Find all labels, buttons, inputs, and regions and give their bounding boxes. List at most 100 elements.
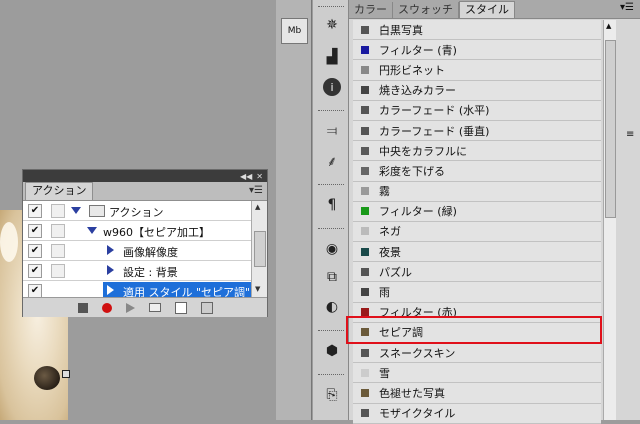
style-label: パズル <box>379 265 412 279</box>
style-item[interactable]: 円形ビネット <box>353 60 601 81</box>
tab-styles[interactable]: スタイル <box>459 1 515 18</box>
dialog-toggle[interactable] <box>51 204 65 218</box>
style-item[interactable]: 中央をカラフルに <box>353 141 601 162</box>
panel-menu-icon[interactable]: ▾☰ <box>620 2 634 13</box>
style-label: 夜景 <box>379 245 401 259</box>
style-item[interactable]: カラーフェード (水平) <box>353 100 601 121</box>
action-row[interactable]: ✔ 画像解像度 <box>23 241 251 261</box>
record-icon[interactable] <box>101 302 112 313</box>
actions-list: ✔ アクション ✔ w960【セピア加工】 ✔ 画像解像度 ✔ 設定 : 背景 … <box>23 201 251 301</box>
expand-right-icon[interactable] <box>107 285 114 295</box>
panel-titlebar[interactable]: ◀◀ ✕ <box>23 170 267 182</box>
play-icon[interactable] <box>125 302 135 313</box>
style-label: 霧 <box>379 185 390 199</box>
actions-scrollbar[interactable]: ▲ ▼ <box>251 201 267 297</box>
toggle-checkbox[interactable]: ✔ <box>28 244 42 258</box>
dialog-toggle[interactable] <box>51 264 65 278</box>
grip-icon[interactable] <box>318 110 344 113</box>
style-item[interactable]: フィルター (青) <box>353 40 601 61</box>
toggle-checkbox[interactable]: ✔ <box>28 204 42 218</box>
style-swatch <box>361 126 369 135</box>
style-item[interactable]: 焼き込みカラー <box>353 80 601 101</box>
3d-rotate-icon[interactable]: ◉ <box>323 240 341 258</box>
scroll-up-icon[interactable]: ▲ <box>255 203 260 211</box>
paragraph-icon[interactable]: ¶ <box>323 196 341 214</box>
style-item[interactable]: 霧 <box>353 181 601 202</box>
styles-tabbar: カラー スウォッチ スタイル ▾☰ <box>349 0 640 19</box>
toggle-checkbox[interactable]: ✔ <box>28 284 42 298</box>
canvas-dark-spot <box>34 366 60 390</box>
style-item[interactable]: ネガ <box>353 221 601 243</box>
style-label: スネークスキン <box>379 346 456 360</box>
styles-side: ▲ ≡ <box>603 20 640 420</box>
grip-icon[interactable] <box>318 6 344 9</box>
action-row[interactable]: ✔ w960【セピア加工】 <box>23 221 251 241</box>
trash-icon[interactable] <box>200 301 213 314</box>
tab-actions[interactable]: アクション <box>25 182 94 200</box>
histogram-icon[interactable]: ▟ <box>323 48 341 66</box>
style-label: カラーフェード (垂直) <box>379 124 490 138</box>
history-icon[interactable]: ⎘ <box>323 386 341 404</box>
transform-handle[interactable] <box>62 370 70 378</box>
action-label: w960【セピア加工】 <box>103 226 210 239</box>
style-swatch <box>361 166 369 175</box>
new-set-icon[interactable] <box>148 303 161 312</box>
style-item[interactable]: パズル <box>353 262 601 283</box>
grip-icon[interactable] <box>318 330 344 333</box>
close-panel-icon[interactable]: ✕ <box>256 172 263 181</box>
scroll-thumb[interactable] <box>605 40 616 218</box>
style-item[interactable]: 雪 <box>353 363 601 384</box>
3d-cube-icon[interactable]: ⬢ <box>323 342 341 360</box>
actions-toolbar <box>23 297 267 317</box>
scroll-down-icon[interactable]: ▼ <box>255 285 260 293</box>
toggle-checkbox[interactable]: ✔ <box>28 264 42 278</box>
style-item[interactable]: 色褪せた写真 <box>353 383 601 404</box>
style-label: ネガ <box>379 225 401 239</box>
style-swatch <box>361 187 369 196</box>
expand-down-icon[interactable] <box>71 207 81 214</box>
clone-icon[interactable]: ⧉ <box>323 268 341 286</box>
style-item[interactable]: 彩度を下げる <box>353 161 601 182</box>
style-item[interactable]: カラーフェード (垂直) <box>353 120 601 142</box>
grip-icon[interactable] <box>318 374 344 377</box>
expand-down-icon[interactable] <box>87 227 97 234</box>
style-swatch <box>361 106 369 115</box>
tab-color[interactable]: カラー <box>349 2 393 18</box>
action-row[interactable]: ✔ 設定 : 背景 <box>23 261 251 281</box>
scroll-thumb[interactable] <box>254 231 266 267</box>
tab-swatches[interactable]: スウォッチ <box>393 2 459 18</box>
scroll-up-icon[interactable]: ▲ <box>606 22 611 30</box>
mask-icon[interactable]: ◐ <box>323 298 341 316</box>
collapse-icon[interactable]: ◀◀ <box>240 172 252 181</box>
actions-panel: ◀◀ ✕ アクション ▾☰ ✔ アクション ✔ w960【セピア加工】 ✔ 画像… <box>22 169 268 317</box>
mini-bridge-button[interactable]: Mb <box>281 18 308 44</box>
style-item[interactable]: 白黒写真 <box>353 20 601 41</box>
expand-right-icon[interactable] <box>107 265 114 275</box>
grip-icon[interactable] <box>318 184 344 187</box>
grip-icon[interactable] <box>318 228 344 231</box>
adjustments-icon[interactable]: ⫤ <box>323 122 341 140</box>
style-label: 彩度を下げる <box>379 164 445 178</box>
style-item[interactable]: 雨 <box>353 282 601 303</box>
action-row[interactable]: ✔ アクション <box>23 201 251 221</box>
style-label: フィルター (青) <box>379 43 457 57</box>
stop-icon[interactable] <box>77 302 88 313</box>
dialog-toggle[interactable] <box>51 224 65 238</box>
styles-scrollbar[interactable]: ▲ <box>604 20 616 420</box>
resize-grip-icon[interactable]: ≡ <box>626 130 634 140</box>
navigator-icon[interactable]: ✵ <box>323 16 341 34</box>
style-swatch <box>361 25 369 34</box>
style-label: 雨 <box>379 286 390 300</box>
dialog-toggle[interactable] <box>51 244 65 258</box>
style-item[interactable]: フィルター (緑) <box>353 201 601 222</box>
dock-collapsed-column: Mb <box>276 0 312 420</box>
new-action-icon[interactable] <box>174 301 187 314</box>
style-item[interactable]: スネークスキン <box>353 343 601 364</box>
panel-menu-icon[interactable]: ▾☰ <box>249 185 263 196</box>
toggle-checkbox[interactable]: ✔ <box>28 224 42 238</box>
style-item[interactable]: 夜景 <box>353 242 601 263</box>
info-icon[interactable]: i <box>323 78 341 96</box>
style-item[interactable]: モザイクタイル <box>353 403 601 424</box>
brush-icon[interactable]: ⸙ <box>323 152 341 170</box>
expand-right-icon[interactable] <box>107 245 114 255</box>
